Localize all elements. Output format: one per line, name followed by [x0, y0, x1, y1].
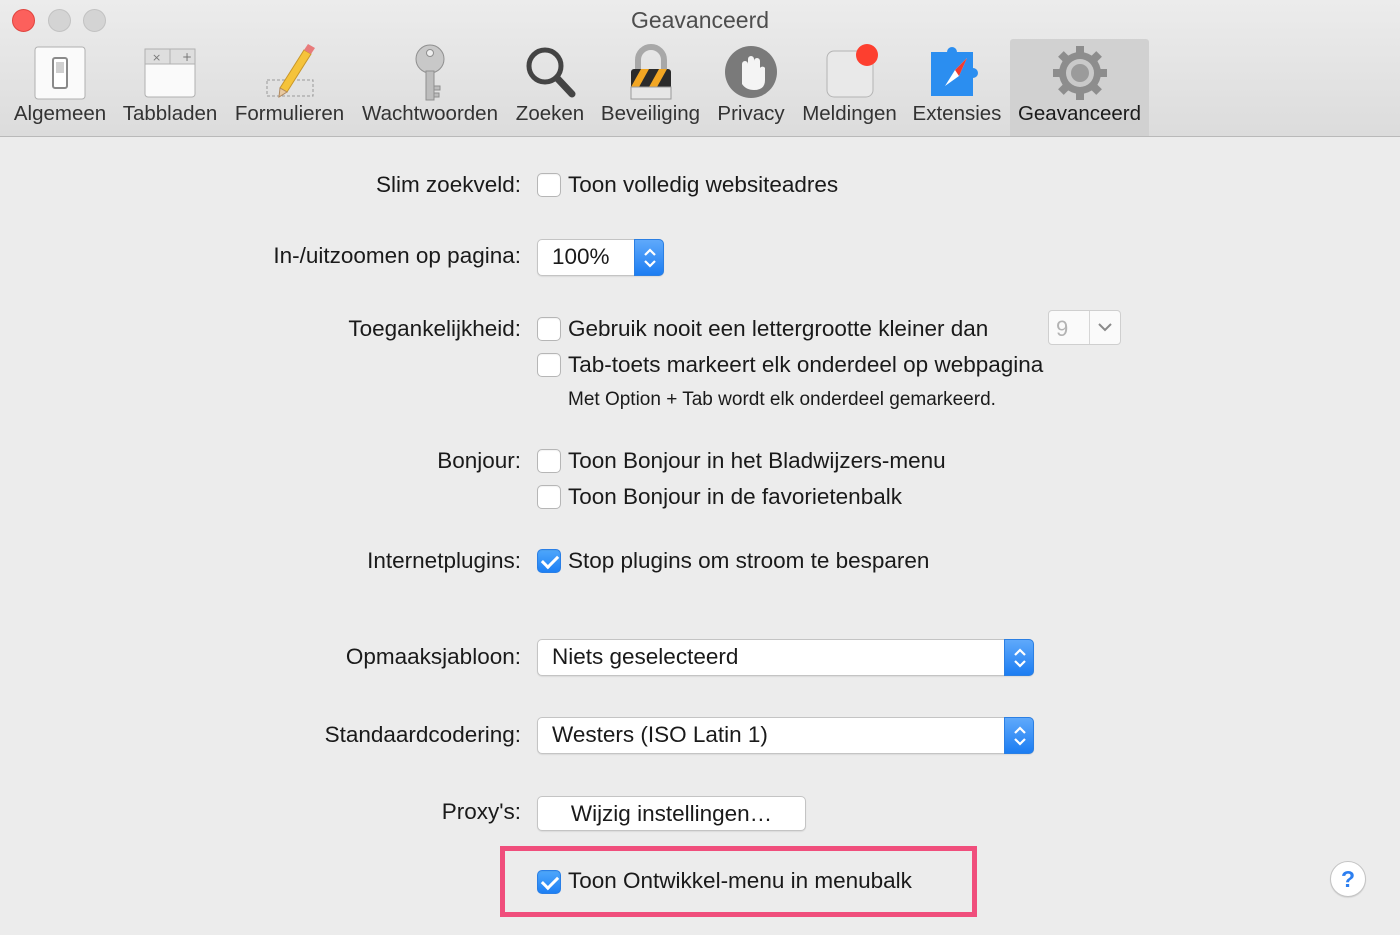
zoom-popup[interactable]: 100%	[537, 239, 664, 276]
tab-extensies[interactable]: Extensies	[907, 39, 1007, 136]
tab-label: Privacy	[717, 102, 785, 125]
padlock-icon	[630, 44, 671, 100]
window-title: Geavanceerd	[630, 7, 770, 33]
tab-geavanceerd[interactable]: Geavanceerd	[1010, 39, 1149, 136]
tab-label: Algemeen	[13, 102, 107, 125]
tab-highlight-text: Tab-toets markeert elk onderdeel op webp…	[568, 352, 1044, 377]
tab-wachtwoorden[interactable]: Wachtwoorden	[356, 39, 504, 136]
min-font-size-popup: 9	[1048, 310, 1121, 345]
chevron-down-icon	[1098, 323, 1112, 332]
smart-search-label: Slim zoekveld:	[375, 172, 521, 197]
up-down-chevron-icon	[644, 248, 656, 268]
tab-label: Wachtwoorden	[362, 102, 498, 125]
bonjour-favorites-checkbox[interactable]	[537, 485, 561, 509]
pencil-icon	[266, 44, 315, 98]
stylesheet-value: Niets geselecteerd	[552, 644, 739, 669]
encoding-value: Westers (ISO Latin 1)	[552, 722, 768, 747]
show-full-address-text: Toon volledig websiteadres	[568, 172, 839, 197]
accessibility-label: Toegankelijkheid:	[348, 316, 521, 341]
stylesheet-label: Opmaaksjabloon:	[345, 644, 521, 669]
up-down-chevron-icon	[1014, 726, 1026, 746]
stop-plugins-text: Stop plugins om stroom te besparen	[568, 548, 930, 573]
develop-menu-checkbox[interactable]	[537, 870, 561, 894]
hand-icon	[725, 46, 777, 98]
tab-beveiliging[interactable]: Beveiliging	[595, 39, 706, 136]
tab-highlight-checkbox[interactable]	[537, 353, 561, 377]
help-button[interactable]: ?	[1330, 861, 1366, 897]
zoom-stepper[interactable]	[634, 239, 664, 276]
tab-algemeen[interactable]: Algemeen	[4, 39, 116, 136]
tab-zoeken[interactable]: Zoeken	[509, 39, 591, 136]
tab-tabbladen[interactable]: × + Tabbladen	[118, 39, 222, 136]
bonjour-bookmarks-checkbox[interactable]	[537, 449, 561, 473]
toolbar: Geavanceerd Algemeen × + Tabbladen Formu…	[0, 0, 1400, 137]
tab-meldingen[interactable]: Meldingen	[796, 39, 903, 136]
switch-icon	[34, 46, 86, 100]
encoding-popup[interactable]: Westers (ISO Latin 1)	[537, 717, 1034, 754]
min-font-size-value: 9	[1056, 316, 1069, 341]
tabs-icon: × +	[144, 48, 196, 98]
notification-icon	[826, 44, 878, 98]
tab-highlight-note: Met Option + Tab wordt elk onderdeel gem…	[568, 389, 996, 410]
encoding-stepper[interactable]	[1004, 717, 1034, 754]
tab-label: Beveiliging	[600, 102, 701, 125]
bonjour-label: Bonjour:	[437, 448, 521, 473]
svg-text:×: ×	[152, 51, 161, 64]
key-icon	[415, 44, 445, 101]
encoding-label: Standaardcodering:	[324, 722, 521, 747]
tab-label: Formulieren	[234, 102, 345, 125]
svg-text:+: +	[182, 50, 192, 64]
develop-menu-text: Toon Ontwikkel-menu in menubalk	[568, 868, 912, 893]
puzzle-compass-icon	[931, 47, 978, 96]
plugins-label: Internetplugins:	[367, 548, 521, 573]
tab-label: Geavanceerd	[1017, 102, 1142, 125]
change-proxy-settings-button[interactable]: Wijzig instellingen…	[537, 796, 806, 831]
tab-label: Zoeken	[515, 102, 585, 125]
tab-formulieren[interactable]: Formulieren	[227, 39, 352, 136]
tab-label: Tabbladen	[122, 102, 218, 125]
zoom-label: In-/uitzoomen op pagina:	[273, 243, 521, 268]
min-font-size-text: Gebruik nooit een lettergrootte kleiner …	[568, 316, 989, 341]
bonjour-favorites-text: Toon Bonjour in de favorietenbalk	[568, 484, 902, 509]
min-font-size-checkbox[interactable]	[537, 317, 561, 341]
show-full-address-checkbox[interactable]	[537, 173, 561, 197]
magnifier-icon	[526, 47, 576, 98]
tab-label: Extensies	[912, 102, 1002, 125]
proxies-label: Proxy's:	[441, 799, 521, 824]
gear-icon	[1052, 46, 1107, 100]
stop-plugins-checkbox[interactable]	[537, 549, 561, 573]
tab-label: Meldingen	[802, 102, 897, 125]
tab-privacy[interactable]: Privacy	[712, 39, 790, 136]
stylesheet-stepper[interactable]	[1004, 639, 1034, 676]
bonjour-bookmarks-text: Toon Bonjour in het Bladwijzers-menu	[568, 448, 946, 473]
up-down-chevron-icon	[1014, 648, 1026, 668]
stylesheet-popup[interactable]: Niets geselecteerd	[537, 639, 1034, 676]
zoom-value: 100%	[552, 244, 610, 269]
